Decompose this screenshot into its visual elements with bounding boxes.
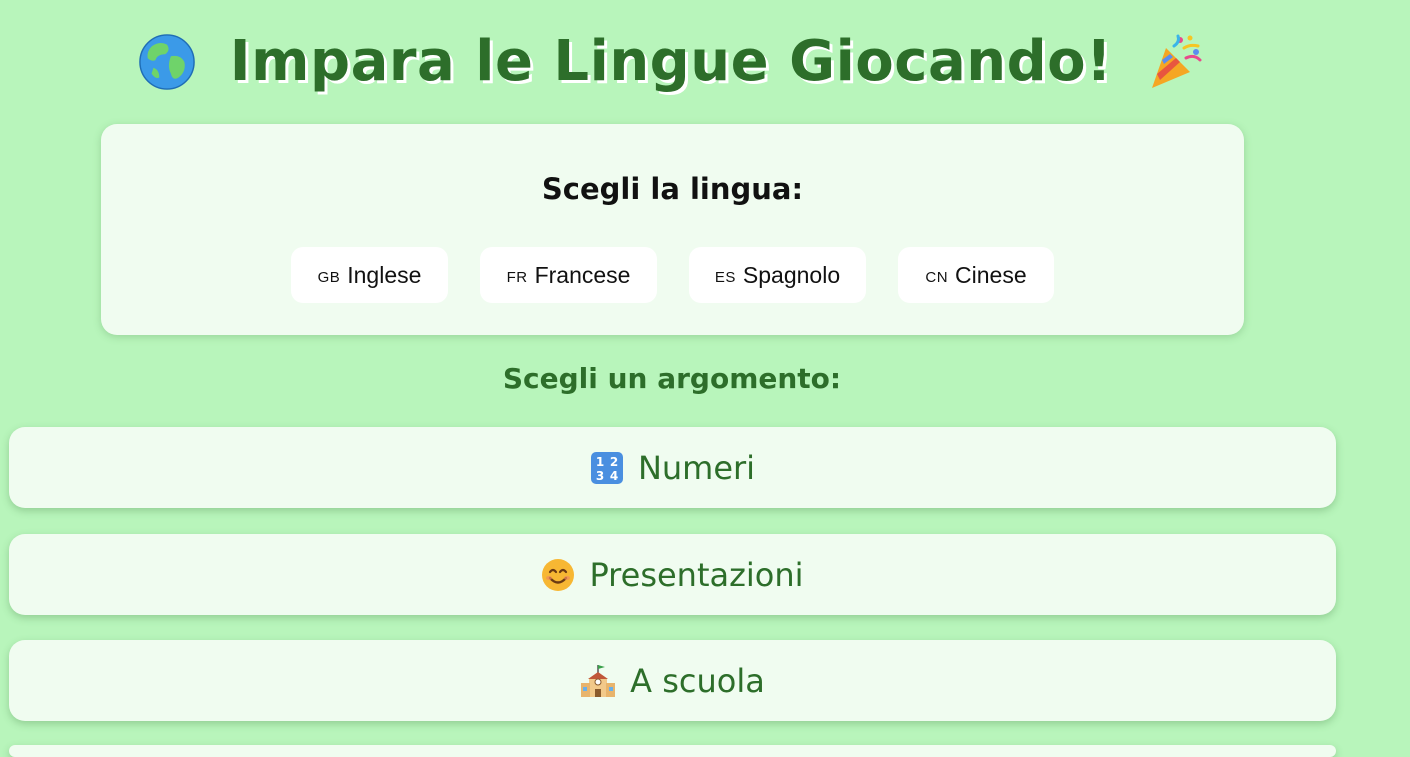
- language-label: Inglese: [347, 261, 422, 288]
- language-button-french[interactable]: FR Francese: [480, 247, 657, 303]
- language-panel: Scegli la lingua: GB Inglese FR Francese…: [101, 124, 1244, 335]
- svg-text:4: 4: [610, 469, 618, 483]
- app-title: Impara le Lingue Giocando!: [229, 29, 1113, 94]
- language-buttons: GB Inglese FR Francese ES Spagnolo CN Ci…: [101, 247, 1244, 303]
- page-title-row: Impara le Lingue Giocando!: [0, 22, 1344, 102]
- language-button-english[interactable]: GB Inglese: [291, 247, 448, 303]
- topic-button-a-scuola[interactable]: A scuola: [9, 640, 1336, 721]
- school-icon: [581, 664, 616, 697]
- topic-label: A scuola: [630, 661, 765, 700]
- language-label: Spagnolo: [742, 261, 841, 288]
- flag-cn-icon: CN: [925, 268, 949, 286]
- topics-heading: Scegli un argomento:: [502, 362, 842, 395]
- globe-icon: [139, 34, 195, 90]
- language-label: Francese: [534, 261, 631, 288]
- topic-button-partial[interactable]: [9, 745, 1336, 757]
- flag-gb-icon: GB: [317, 268, 341, 286]
- smiling-face-icon: [542, 558, 575, 591]
- language-button-spanish[interactable]: ES Spagnolo: [689, 247, 866, 303]
- svg-text:3: 3: [596, 469, 604, 483]
- svg-text:2: 2: [610, 455, 618, 469]
- flag-fr-icon: FR: [506, 268, 528, 286]
- flag-es-icon: ES: [714, 268, 736, 286]
- topic-label: Numeri: [637, 448, 756, 487]
- party-popper-icon: [1152, 34, 1202, 88]
- topic-label: Presentazioni: [589, 555, 804, 594]
- topic-button-numeri[interactable]: 1 2 3 4 Numeri: [9, 427, 1336, 508]
- svg-text:1: 1: [596, 455, 604, 469]
- language-heading: Scegli la lingua:: [541, 172, 804, 206]
- numbers-icon: 1 2 3 4: [590, 451, 623, 484]
- topic-button-presentazioni[interactable]: Presentazioni: [9, 534, 1336, 615]
- language-label: Cinese: [955, 261, 1027, 288]
- language-button-chinese[interactable]: CN Cinese: [898, 247, 1054, 303]
